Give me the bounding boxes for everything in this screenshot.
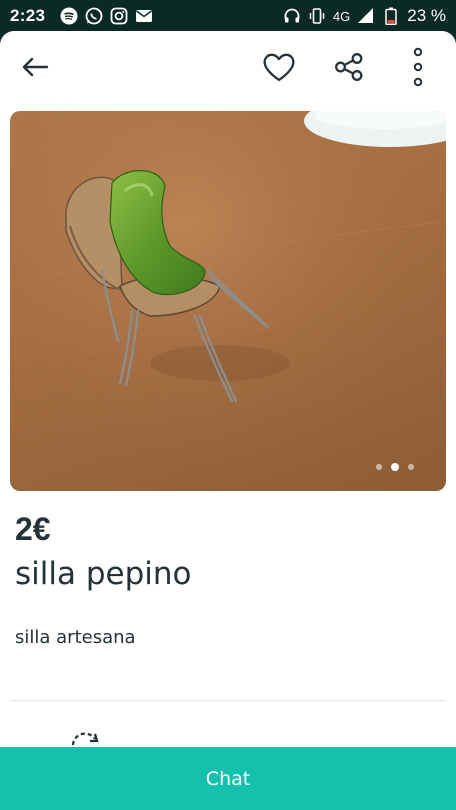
arrow-left-icon <box>22 57 49 77</box>
spotify-icon <box>60 7 78 25</box>
share-icon <box>335 53 363 81</box>
divider <box>10 700 446 701</box>
whatsapp-icon <box>85 7 103 25</box>
more-options-button[interactable] <box>396 45 440 89</box>
product-illustration <box>10 111 446 491</box>
battery-icon <box>382 7 400 25</box>
signal-icon <box>357 7 375 25</box>
top-bar <box>0 31 456 103</box>
refresh-icon <box>63 725 107 747</box>
chat-button[interactable]: Chat <box>0 747 456 810</box>
instagram-icon <box>110 7 128 25</box>
product-title: silla pepino <box>15 556 192 592</box>
vibrate-icon <box>308 7 326 25</box>
item-detail-screen: 2€ silla pepino silla artesana Chat <box>0 31 456 810</box>
headphones-icon <box>283 7 301 25</box>
status-right: 4G 23 % <box>283 6 446 26</box>
pagination-dot[interactable] <box>376 464 382 470</box>
mail-icon <box>135 7 153 25</box>
share-button[interactable] <box>327 45 371 89</box>
gallery-pagination[interactable] <box>376 463 414 471</box>
network-type: 4G <box>332 8 351 24</box>
heart-icon <box>263 53 295 82</box>
status-bar: 2:23 4G 23 % <box>0 0 456 32</box>
product-description: silla artesana <box>15 627 136 648</box>
battery-percent: 23 % <box>407 6 446 25</box>
more-vertical-icon <box>413 47 423 87</box>
product-photo[interactable] <box>10 111 446 491</box>
pagination-dot-active[interactable] <box>391 463 399 471</box>
back-button[interactable] <box>13 45 57 89</box>
product-price: 2€ <box>15 511 51 547</box>
pagination-dot[interactable] <box>408 464 414 470</box>
status-left: 2:23 <box>10 6 153 26</box>
status-time: 2:23 <box>10 6 46 25</box>
favorite-button[interactable] <box>257 45 301 89</box>
